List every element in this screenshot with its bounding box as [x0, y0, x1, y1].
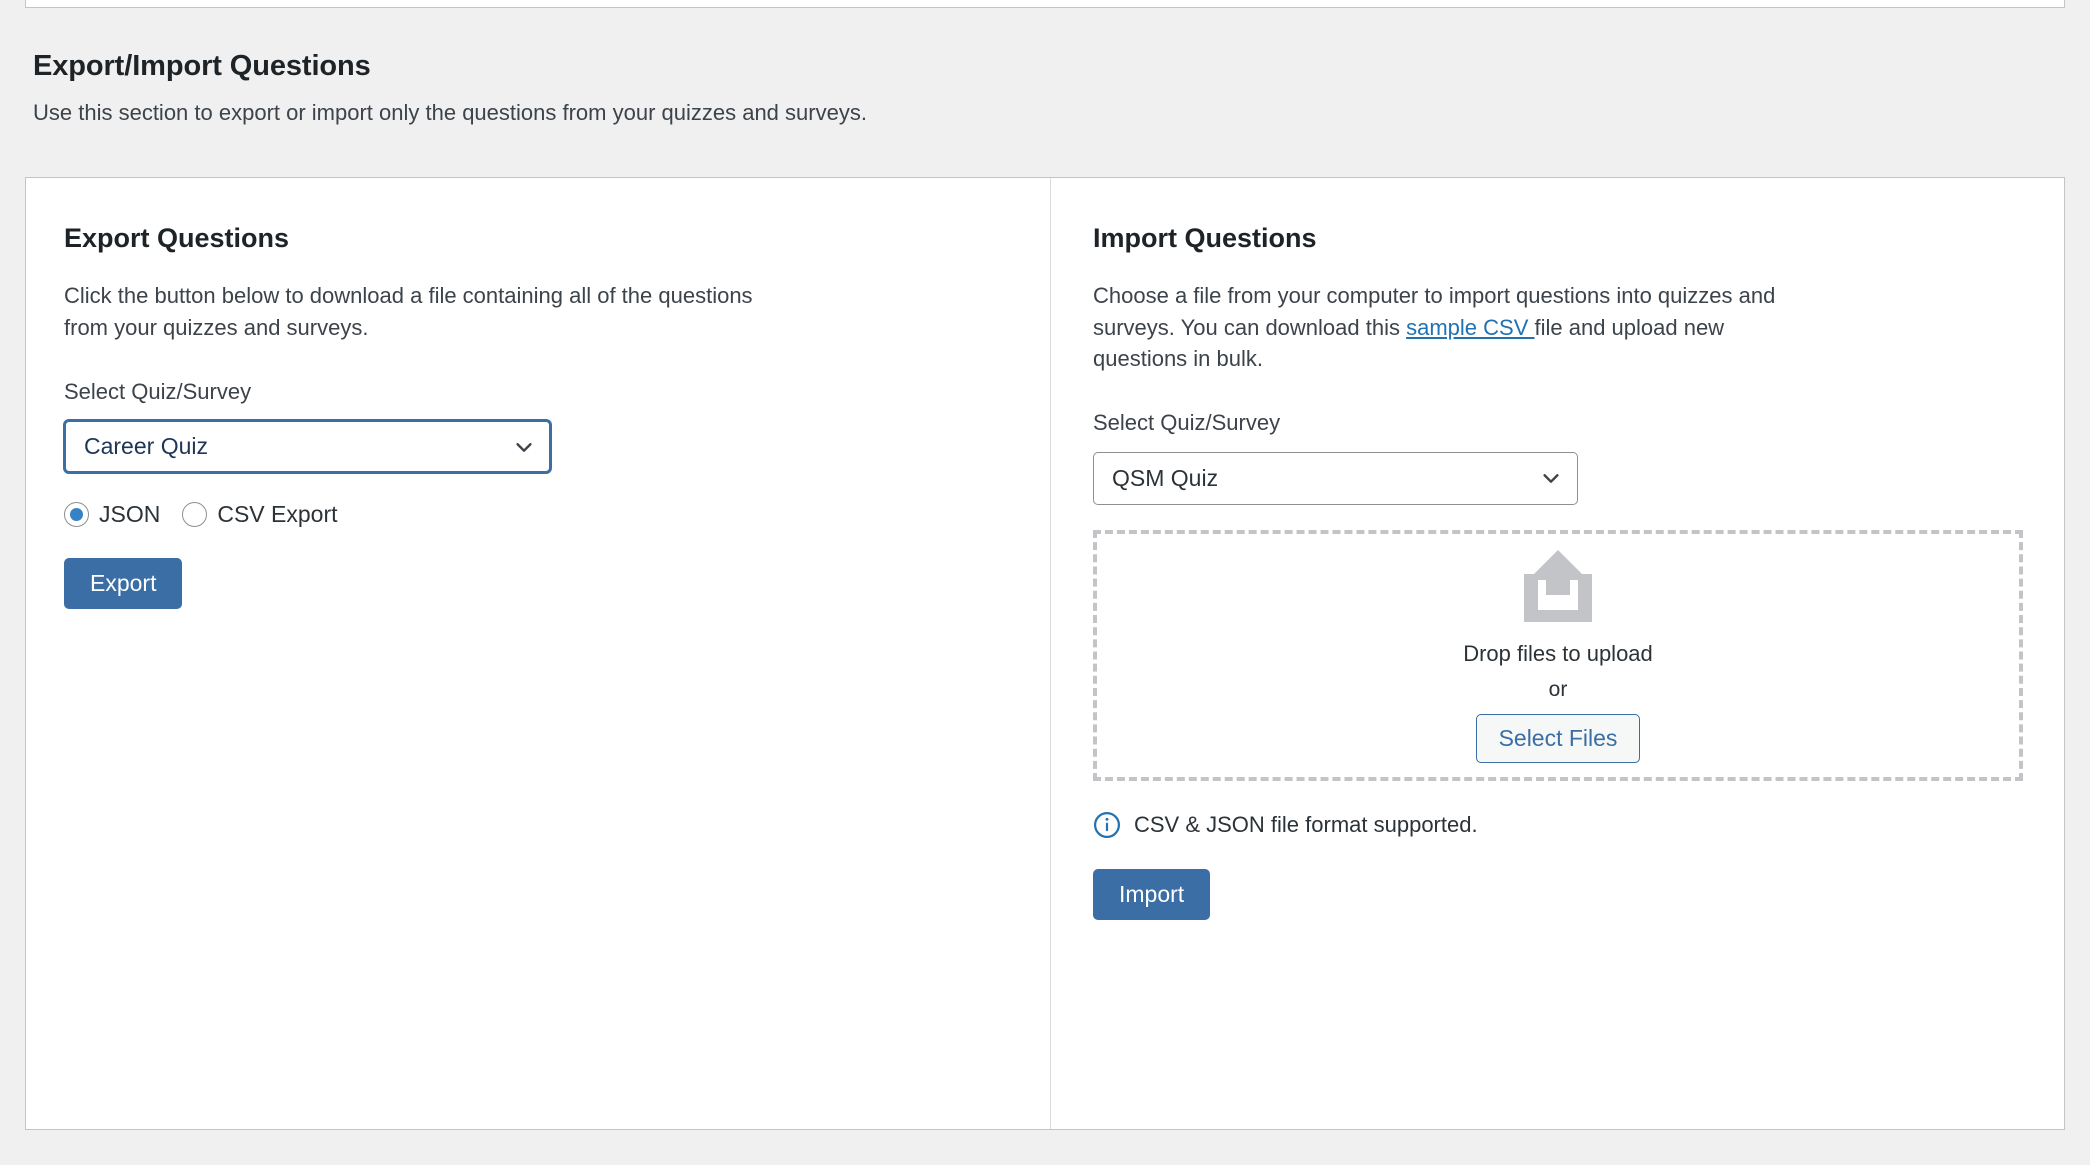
- section-header: Export/Import Questions Use this section…: [33, 48, 1633, 128]
- export-panel-title: Export Questions: [64, 223, 290, 253]
- supported-formats-note: CSV & JSON file format supported.: [1093, 811, 2016, 839]
- info-circle-icon: [1093, 811, 1121, 839]
- import-select-label: Select Quiz/Survey: [1093, 410, 1281, 436]
- export-quiz-select-wrapper[interactable]: Career Quiz: [64, 420, 551, 474]
- export-questions-panel: Export Questions Click the button below …: [26, 178, 1051, 1129]
- import-panel-description: Choose a file from your computer to impo…: [1093, 280, 1813, 374]
- dropzone-instruction: Drop files to upload: [1463, 640, 1653, 666]
- export-panel-description: Click the button below to download a fil…: [64, 283, 753, 340]
- upload-arrow-icon: [1522, 548, 1594, 624]
- supported-formats-text: CSV & JSON file format supported.: [1134, 811, 1478, 837]
- page-description: Use this section to export or import onl…: [33, 100, 867, 126]
- export-format-radio-group: JSON CSV Export: [64, 501, 1002, 528]
- radio-json-label[interactable]: JSON: [99, 501, 160, 528]
- radio-json[interactable]: [64, 502, 89, 528]
- export-quiz-select[interactable]: Career Quiz: [64, 420, 551, 474]
- dropzone-or-text: or: [1548, 678, 1568, 702]
- import-quiz-select-wrapper[interactable]: QSM Quiz: [1093, 451, 1578, 505]
- import-quiz-select[interactable]: QSM Quiz: [1093, 451, 1578, 505]
- file-dropzone[interactable]: Drop files to upload or Select Files: [1093, 529, 2023, 781]
- export-select-label: Select Quiz/Survey: [64, 378, 252, 404]
- import-questions-panel: Import Questions Choose a file from your…: [1051, 178, 2064, 1129]
- radio-csv-export[interactable]: [182, 502, 208, 528]
- import-panel-title: Import Questions: [1093, 223, 1317, 253]
- previous-section-panel-edge: [25, 0, 2065, 8]
- page-title: Export/Import Questions: [33, 50, 371, 82]
- select-files-button[interactable]: Select Files: [1475, 713, 1641, 763]
- sample-csv-link[interactable]: sample CSV: [1406, 315, 1534, 340]
- import-button[interactable]: Import: [1093, 868, 1211, 920]
- radio-csv-export-label[interactable]: CSV Export: [217, 501, 337, 528]
- export-import-card: Export Questions Click the button below …: [25, 177, 2065, 1130]
- export-button[interactable]: Export: [64, 558, 183, 610]
